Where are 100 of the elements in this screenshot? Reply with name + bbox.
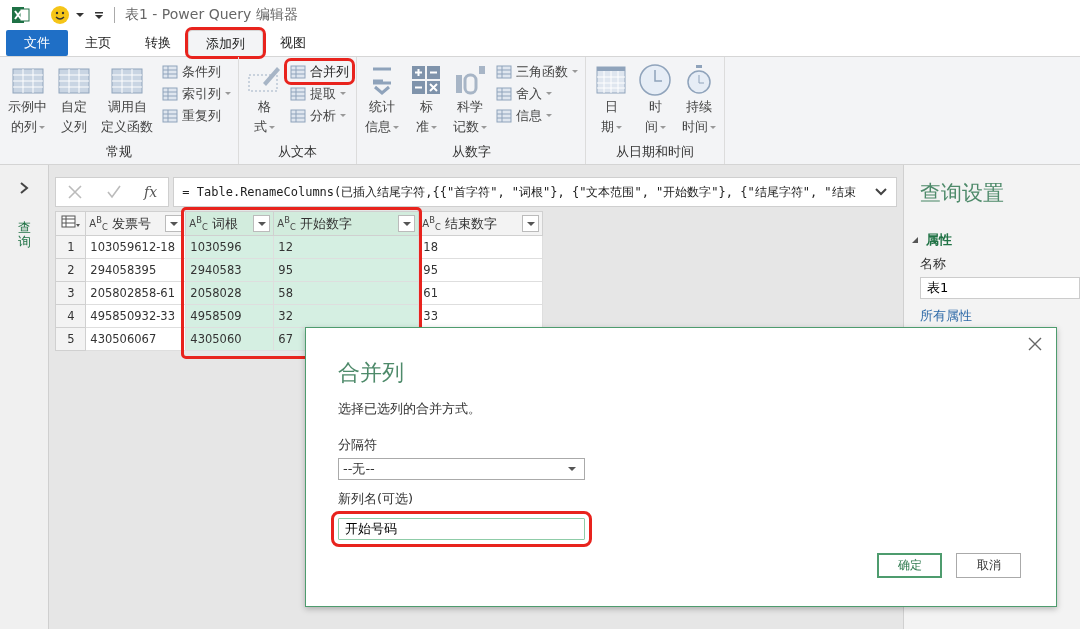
chevron-icon[interactable] [19, 181, 30, 195]
group-label: 从数字 [450, 143, 492, 161]
table-icon [162, 107, 178, 124]
cancel-button[interactable]: 取消 [956, 553, 1021, 578]
window-title: 表1 - Power Query 编辑器 [125, 6, 298, 24]
column-header[interactable]: A$^{B}$$_{C}$ 发票号 [85, 211, 186, 236]
ribbon-button[interactable]: 统计 信息 [361, 61, 403, 139]
table-icon [496, 63, 512, 80]
ribbon-button[interactable]: 标 准 [405, 61, 447, 139]
ribbon-button[interactable]: 索引列 [159, 83, 234, 104]
ribbon-button[interactable]: 时 间 [634, 61, 676, 139]
caret-icon [340, 92, 346, 95]
ribbon-button[interactable]: 信息 [493, 105, 581, 126]
all-properties-link[interactable]: 所有属性 [920, 307, 1080, 325]
calendar-icon [594, 63, 628, 97]
caret-icon [225, 92, 231, 95]
ribbon-button[interactable]: 持续 时间 [678, 61, 720, 139]
caret-icon [340, 114, 346, 117]
ribbon-tab[interactable]: 视图 [263, 30, 323, 56]
queries-pane-label[interactable]: 查询 [17, 221, 31, 250]
field-label: 新列名(可选) [338, 490, 414, 508]
name-field[interactable]: 表1 [920, 277, 1080, 299]
ribbon-button[interactable]: 合并列 [287, 61, 352, 82]
table-cell: 103059612-18 [85, 235, 186, 259]
row-number: 5 [55, 327, 86, 351]
table-cell: 430506067 [85, 327, 186, 351]
table-icon [290, 63, 306, 80]
table-cell: 12 [273, 235, 419, 259]
clock-icon [638, 63, 672, 97]
table-cell: 58 [273, 281, 419, 305]
ribbon-button[interactable]: 日 期 [590, 61, 632, 139]
caret-icon [38, 125, 45, 129]
function-button[interactable]: fx [144, 184, 158, 200]
ribbon-tab[interactable]: 转换 [128, 30, 188, 56]
ok-button[interactable]: 确定 [877, 553, 942, 578]
ribbon-button[interactable]: 格 式 [243, 61, 285, 139]
ribbon-button[interactable]: 条件列 [159, 61, 234, 82]
section-heading[interactable]: 属性 [926, 231, 952, 249]
caret-icon[interactable] [76, 13, 84, 17]
ribbon-tab[interactable]: 添加列 [188, 30, 263, 56]
table-icon [60, 215, 81, 229]
table-cell: 294058395 [85, 258, 186, 282]
column-header[interactable]: A$^{B}$$_{C}$ 词根 [185, 211, 274, 236]
field-label: 名称 [920, 255, 947, 273]
group-label: 从日期和时间 [615, 143, 695, 161]
table-cell: 32 [273, 304, 419, 328]
ribbon-button[interactable]: 重复列 [159, 105, 234, 126]
collapse-icon[interactable] [912, 237, 918, 243]
ribbon-button[interactable]: 三角函数 [493, 61, 581, 82]
smiley-icon[interactable] [50, 5, 70, 25]
excel-icon[interactable] [12, 6, 30, 24]
filter-button[interactable] [253, 215, 271, 232]
ribbon-tab[interactable]: 主页 [68, 30, 128, 56]
row-number: 2 [55, 258, 86, 282]
caret-icon [710, 125, 716, 129]
ribbon-tab[interactable]: 文件 [6, 30, 68, 56]
table-icon [496, 85, 512, 102]
caret-icon [572, 70, 578, 73]
table-cell: 205802858-61 [85, 281, 186, 305]
check-icon[interactable] [105, 184, 122, 200]
caret-icon [546, 114, 552, 117]
filter-button[interactable] [398, 215, 416, 232]
table-icon [290, 107, 306, 124]
caret-icon [481, 125, 487, 129]
field-label: 分隔符 [338, 436, 377, 454]
expand-icon[interactable] [874, 187, 888, 197]
ribbon-button[interactable]: 调用自 定义函数 [97, 61, 157, 139]
caret-icon [268, 125, 275, 129]
group-label: 常规 [105, 143, 133, 161]
row-number: 4 [55, 304, 86, 328]
caret-icon [615, 125, 622, 129]
exponent-icon [453, 63, 487, 97]
table-cell: 495850932-33 [85, 304, 186, 328]
group-label: 从文本 [277, 143, 318, 161]
table-icon [290, 85, 306, 102]
caret-icon [546, 92, 552, 95]
table-menu-button[interactable] [55, 211, 86, 236]
ribbon-button[interactable]: 科学 记数 [449, 61, 491, 139]
ribbon-button[interactable]: 示例中 的列 [4, 61, 51, 139]
ribbon-button[interactable]: 舍入 [493, 83, 581, 104]
filter-button[interactable] [522, 215, 540, 232]
caret-icon [659, 125, 666, 129]
table-icon [162, 63, 178, 80]
dialog-title: 合并列 [338, 359, 404, 387]
close-icon[interactable] [1028, 337, 1042, 351]
caret-icon [430, 125, 437, 129]
row-number: 1 [55, 235, 86, 259]
caret-icon [393, 125, 399, 129]
column-header[interactable]: A$^{B}$$_{C}$ 开始数字 [273, 211, 419, 236]
calculator-icon [409, 63, 443, 97]
separator-dropdown[interactable]: --无-- [338, 458, 585, 480]
formula-field[interactable]: = Table.RenameColumns(已插入结尾字符,{{"首字符", "词根"}, {"文本范围", "开始数字"}, {"结尾字符", "结束 [173, 177, 897, 207]
table-icon [162, 85, 178, 102]
ribbon-button[interactable]: 自定 义列 [53, 61, 95, 139]
ribbon-button[interactable]: 分析 [287, 105, 352, 126]
row-number: 3 [55, 281, 86, 305]
ribbon-button[interactable]: 提取 [287, 83, 352, 104]
customize-icon[interactable] [94, 10, 104, 20]
pane-title: 查询设置 [920, 180, 1005, 207]
table-cell: 95 [273, 258, 419, 282]
